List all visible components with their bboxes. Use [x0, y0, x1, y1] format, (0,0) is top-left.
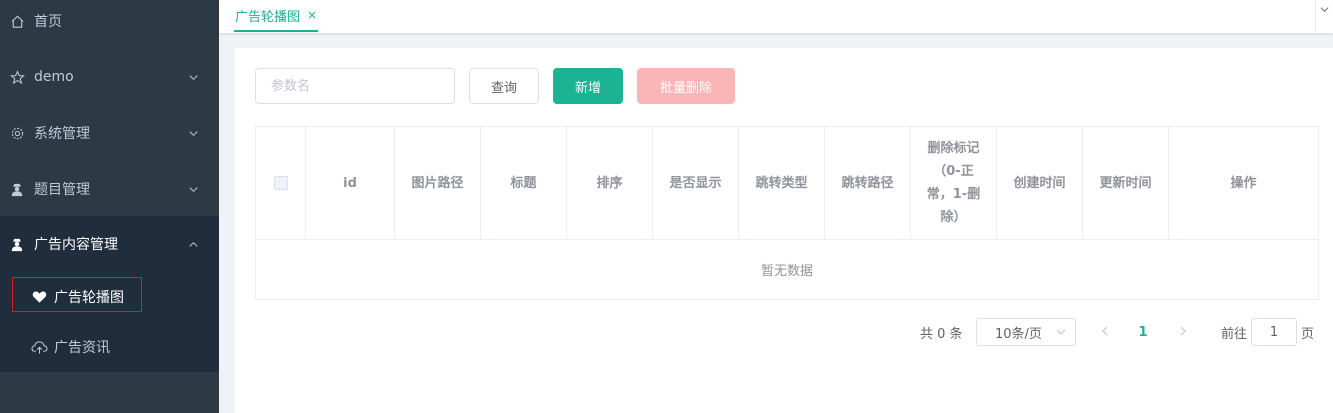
sidebar-item-ad-content[interactable]: 广告内容管理	[0, 216, 219, 272]
sidebar-item-demo[interactable]: demo	[0, 49, 219, 105]
sidebar-subitem-label: 广告资讯	[54, 340, 110, 356]
heart-icon	[30, 288, 48, 306]
tab-scroll-button[interactable]	[1315, 0, 1333, 32]
column-header[interactable]: 删除标记（0-正常，1-删除）	[911, 127, 997, 239]
star-icon	[8, 68, 26, 86]
next-page-button[interactable]	[1173, 318, 1193, 346]
goto-label: 前往	[1221, 326, 1248, 342]
sidebar-item-label: demo	[34, 69, 74, 85]
sidebar-item-label: 系统管理	[34, 126, 90, 142]
sidebar-item-label: 广告内容管理	[34, 237, 118, 253]
column-header[interactable]: 图片路径	[395, 127, 481, 239]
column-header[interactable]: 标题	[481, 127, 567, 239]
user-spy-icon	[8, 235, 26, 253]
batch-delete-button[interactable]: 批量删除	[637, 68, 735, 104]
chevron-down-icon	[1320, 4, 1329, 17]
column-header[interactable]: id	[306, 127, 395, 239]
chevron-down-icon	[186, 182, 200, 196]
sidebar: 首页 demo 系统管理 题目管理 广告内容管理 广告轮播图 广告资讯	[0, 0, 219, 413]
column-header[interactable]: 操作	[1169, 127, 1318, 239]
sidebar-subitem-carousel[interactable]: 广告轮播图	[0, 272, 219, 322]
user-spy-icon	[8, 180, 26, 198]
chevron-down-icon	[1055, 325, 1067, 339]
select-all-checkbox[interactable]	[273, 176, 288, 190]
select-all-cell	[256, 127, 306, 239]
column-header[interactable]: 是否显示	[653, 127, 739, 239]
page-size-value: 10条/页	[995, 326, 1042, 342]
tab-label: 广告轮播图	[235, 9, 301, 25]
chevron-up-icon	[186, 237, 200, 251]
page-number-current[interactable]: 1	[1133, 318, 1153, 346]
tab-carousel[interactable]: 广告轮播图 ×	[234, 0, 319, 32]
column-header[interactable]: 排序	[567, 127, 653, 239]
query-button[interactable]: 查询	[469, 68, 539, 104]
home-icon	[8, 12, 26, 30]
data-table: id 图片路径 标题 排序 是否显示 跳转类型 跳转路径 删除标记（0-正常，1…	[255, 126, 1319, 300]
tab-bar: 广告轮播图 ×	[219, 0, 1333, 33]
column-header[interactable]: 创建时间	[997, 127, 1083, 239]
main-card: 查询 新增 批量删除 id 图片路径 标题 排序 是否显示 跳转类型 跳转路径 …	[235, 48, 1333, 413]
sidebar-item-label: 首页	[34, 14, 62, 30]
chevron-left-icon	[1100, 324, 1110, 340]
sidebar-subitem-news[interactable]: 广告资讯	[0, 322, 219, 372]
column-header[interactable]: 更新时间	[1083, 127, 1169, 239]
prev-page-button[interactable]	[1095, 318, 1115, 346]
sidebar-item-system[interactable]: 系统管理	[0, 105, 219, 161]
submenu-ad-content: 广告轮播图 广告资讯	[0, 272, 219, 372]
empty-text: 暂无数据	[760, 264, 813, 279]
sidebar-item-home[interactable]: 首页	[0, 0, 219, 49]
pagination-total: 共 0 条	[920, 326, 963, 342]
sidebar-item-label: 题目管理	[34, 182, 90, 198]
table-header: id 图片路径 标题 排序 是否显示 跳转类型 跳转路径 删除标记（0-正常，1…	[256, 127, 1318, 240]
column-header[interactable]: 跳转路径	[825, 127, 911, 239]
sidebar-item-questions[interactable]: 题目管理	[0, 161, 219, 217]
goto-suffix: 页	[1301, 326, 1315, 342]
chevron-right-icon	[1178, 324, 1188, 340]
page-size-select[interactable]: 10条/页	[976, 318, 1076, 346]
gear-icon	[8, 124, 26, 142]
goto-page-input[interactable]	[1251, 318, 1297, 346]
cloud-upload-icon	[30, 338, 48, 356]
column-header[interactable]: 跳转类型	[739, 127, 825, 239]
sidebar-subitem-label: 广告轮播图	[54, 290, 124, 306]
chevron-down-icon	[186, 70, 200, 84]
chevron-down-icon	[186, 126, 200, 140]
search-input[interactable]	[255, 68, 455, 104]
add-button[interactable]: 新增	[553, 68, 623, 104]
close-icon[interactable]: ×	[307, 8, 317, 22]
